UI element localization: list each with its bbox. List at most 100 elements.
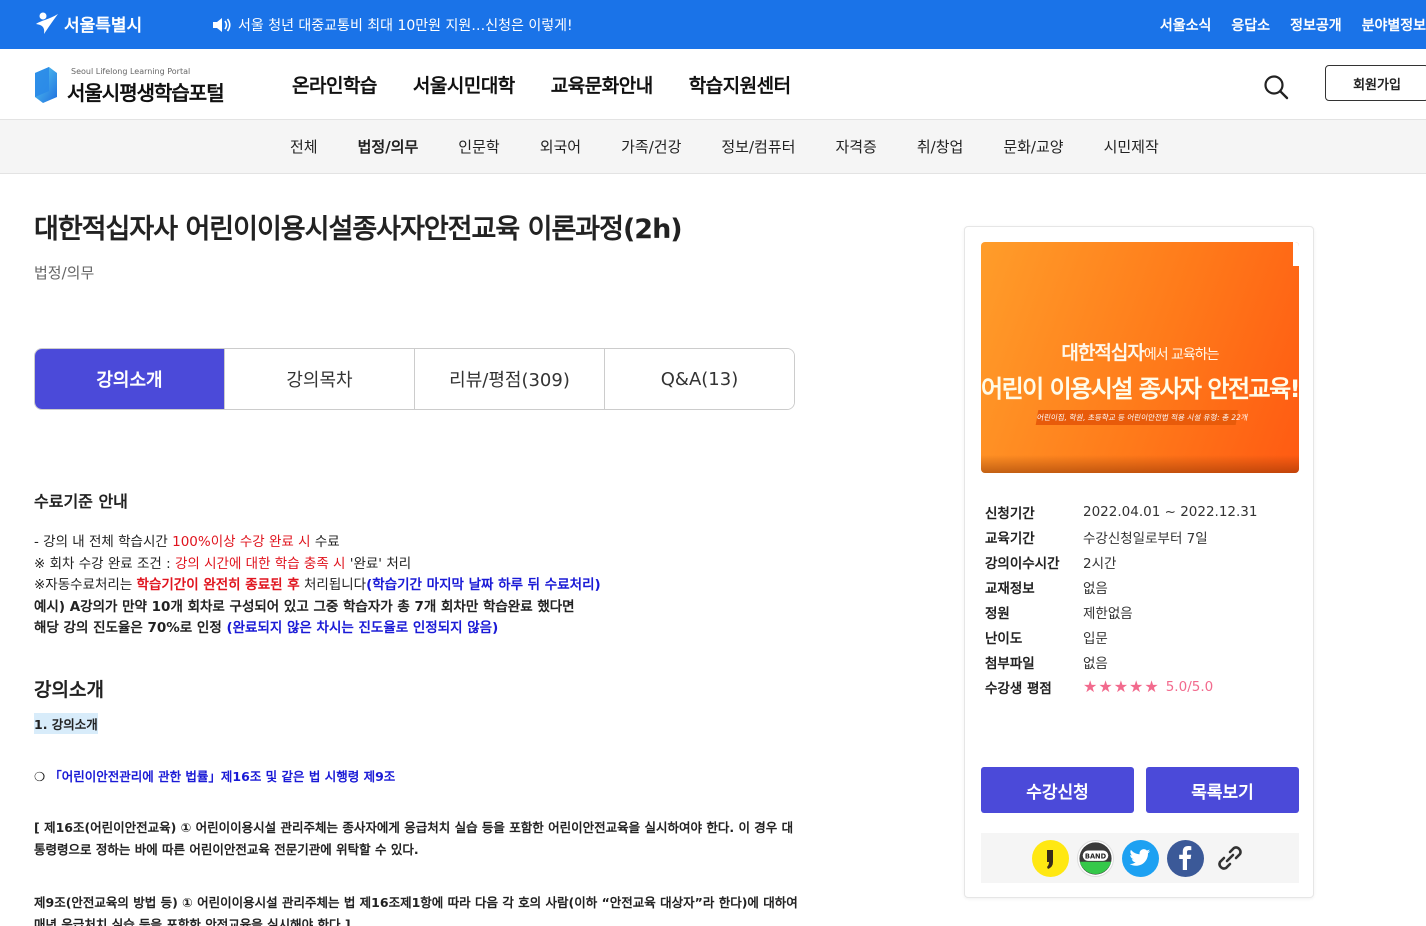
category-list: 전체 법정/의무 인문학 외국어 가족/건강 정보/컴퓨터 자격증 취/창업 문… (290, 136, 1199, 157)
info-capacity: 정원 제한없음 (985, 599, 1295, 624)
thumbnail-line-1: 대한적십자에서 교육하는 (981, 338, 1299, 365)
category-certification[interactable]: 자격증 (835, 136, 876, 157)
tab-curriculum[interactable]: 강의목차 (224, 349, 414, 409)
info-key: 교재정보 (985, 580, 1035, 597)
search-icon (1264, 75, 1289, 100)
portal-logo-subtitle: Seoul Lifelong Learning Portal (71, 67, 191, 76)
signup-button[interactable]: 회원가입 (1325, 65, 1426, 101)
category-citizen-made[interactable]: 시민제작 (1104, 136, 1159, 157)
share-bar: BAND (981, 833, 1299, 883)
info-key: 신청기간 (985, 505, 1035, 522)
top-link-info-disclosure[interactable]: 정보공개 (1290, 15, 1342, 35)
thumbnail-corner (1293, 242, 1299, 266)
rule-text: ※자동수료처리는 (34, 577, 137, 593)
completion-rule-3: ※자동수료처리는 학습기간이 완전히 종료된 후 처리됩니다(학습기간 마지막 … (34, 575, 804, 597)
twitter-share-button[interactable] (1121, 839, 1159, 877)
portal-logo-icon (35, 67, 57, 103)
completion-rule-5: 해당 강의 진도율은 70%로 인정 (완료되지 않은 차시는 진도율로 인정되… (34, 618, 804, 640)
info-value: 2시간 (1083, 555, 1117, 572)
category-it-computer[interactable]: 정보/컴퓨터 (721, 136, 795, 157)
info-value: 없음 (1083, 655, 1108, 672)
rule-text: '완료' 처리 (345, 555, 412, 572)
copy-link-button[interactable] (1212, 840, 1249, 877)
course-thumbnail: 대한적십자에서 교육하는 어린이 이용시설 종사자 안전교육! 어린이집, 학원… (981, 242, 1299, 473)
category-bar: 전체 법정/의무 인문학 외국어 가족/건강 정보/컴퓨터 자격증 취/창업 문… (0, 120, 1426, 174)
nav-education-culture[interactable]: 교육문화안내 (551, 71, 653, 98)
tab-qna[interactable]: Q&A(13) (604, 349, 794, 409)
info-attachment: 첨부파일 없음 (985, 649, 1295, 674)
portal-logo-name: 서울시평생학습포털 (67, 81, 225, 105)
seoul-logo-text: 서울특별시 (64, 15, 143, 36)
completion-heading: 수료기준 안내 (34, 492, 128, 511)
main-nav: 온라인학습 서울시민대학 교육문화안내 학습지원센터 (292, 71, 791, 98)
tab-reviews[interactable]: 리뷰/평점(309) (414, 349, 604, 409)
intro-heading: 강의소개 (34, 679, 104, 701)
category-legal-mandatory[interactable]: 법정/의무 (358, 136, 419, 157)
nav-learning-support[interactable]: 학습지원센터 (689, 71, 791, 98)
top-link-seoul-news[interactable]: 서울소식 (1160, 15, 1212, 35)
rule-text: 해당 강의 진도율은 70%로 인정 (34, 620, 227, 636)
facebook-share-button[interactable] (1166, 839, 1204, 877)
search-button[interactable] (1262, 73, 1290, 101)
completion-rule-2: ※ 회차 수강 완료 조건 : 강의 시간에 대한 학습 충족 시 '완료' 처… (34, 554, 804, 576)
completion-rule-1: - 강의 내 전체 학습시간 100%이상 수강 완료 시 수료 (34, 532, 804, 554)
info-key: 수강생 평점 (985, 680, 1052, 697)
info-completion-hours: 강의이수시간 2시간 (985, 549, 1295, 574)
category-humanities[interactable]: 인문학 (458, 136, 499, 157)
info-rating: 수강생 평점 ★★★★★ 5.0/5.0 (985, 674, 1295, 699)
seoul-city-logo[interactable]: 서울특별시 (34, 10, 142, 36)
thumbnail-caption: 어린이집, 학원, 초등학교 등 어린이안전법 적용 시설 유형: 총 22개 (1035, 410, 1249, 425)
category-foreign-language[interactable]: 외국어 (540, 136, 581, 157)
category-family-health[interactable]: 가족/건강 (621, 136, 681, 157)
thumbnail-org: 대한적십자 (1061, 342, 1144, 364)
facebook-icon (1179, 846, 1192, 870)
top-link-eungdapso[interactable]: 응답소 (1231, 15, 1270, 35)
enroll-button[interactable]: 수강신청 (981, 767, 1134, 813)
notice-text: 서울 청년 대중교통비 최대 10만원 지원…신청은 이렇게! (238, 18, 573, 34)
course-title: 대한적십자사 어린이이용시설종사자안전교육 이론과정(2h) (34, 214, 683, 245)
course-summary-card: 대한적십자에서 교육하는 어린이 이용시설 종사자 안전교육! 어린이집, 학원… (964, 226, 1314, 898)
top-link-field-info[interactable]: 분야별정보 (1362, 15, 1426, 35)
law-article-9: 제9조(안전교육의 방법 등) ① 어린이이용시설 관리주체는 법 제16조제1… (34, 895, 798, 926)
rule-text: - 강의 내 전체 학습시간 (34, 534, 173, 550)
rule-highlight: 100%이상 수강 완료 시 (172, 534, 311, 550)
category-job-startup[interactable]: 취/창업 (917, 136, 963, 157)
top-links: 서울소식 응답소 정보공개 분야별정보 (1160, 15, 1426, 35)
info-textbook: 교재정보 없음 (985, 574, 1295, 599)
law-reference: ❍ 「어린이안전관리에 관한 법률」제16조 및 같은 법 시행령 제9조 (34, 766, 395, 785)
kakaostory-icon (1046, 849, 1053, 869)
link-icon (1218, 846, 1242, 870)
info-key: 첨부파일 (985, 655, 1035, 672)
law-article-16: [ 제16조(어린이안전교육) ① 어린이이용시설 관리주체는 종사자에게 응급… (34, 820, 794, 857)
info-key: 강의이수시간 (985, 555, 1060, 572)
rule-highlight: 학습기간이 완전히 종료된 후 (136, 577, 300, 593)
bullet-circle-icon: ❍ (34, 769, 46, 784)
course-info-list: 신청기간 2022.04.01 ~ 2022.12.31 교육기간 수강신청일로부터… (985, 499, 1295, 699)
rule-text: ※ 회차 수강 완료 조건 : (34, 555, 175, 572)
info-key: 교육기간 (985, 530, 1035, 547)
info-education-period: 교육기간 수강신청일로부터 7일 (985, 524, 1295, 549)
rating-stars-icon: ★★★★★ (1083, 677, 1160, 696)
notice-banner[interactable]: 서울 청년 대중교통비 최대 10만원 지원…신청은 이렇게! (212, 15, 573, 35)
rule-highlight: 강의 시간에 대한 학습 충족 시 (174, 555, 346, 572)
nav-citizen-university[interactable]: 서울시민대학 (413, 71, 515, 98)
category-culture[interactable]: 문화/교양 (1003, 136, 1063, 157)
twitter-icon (1129, 849, 1151, 866)
info-value: 없음 (1083, 580, 1108, 597)
speaker-icon (213, 18, 231, 32)
category-all[interactable]: 전체 (290, 136, 318, 157)
kakaostory-share-button[interactable] (1031, 839, 1069, 877)
info-value: 제한없음 (1083, 605, 1133, 622)
portal-logo[interactable]: Seoul Lifelong Learning Portal 서울시평생학습포털 (33, 63, 233, 107)
law-reference-text: 「어린이안전관리에 관한 법률」제16조 및 같은 법 시행령 제9조 (49, 769, 396, 784)
seoul-logo-icon (36, 12, 58, 34)
band-share-button[interactable]: BAND (1076, 839, 1114, 877)
list-button[interactable]: 목록보기 (1146, 767, 1299, 813)
top-bar: 서울특별시 서울 청년 대중교통비 최대 10만원 지원…신청은 이렇게! 서울… (0, 0, 1426, 49)
nav-online-learning[interactable]: 온라인학습 (292, 71, 377, 98)
rule-note: (완료되지 않은 차시는 진도율로 인정되지 않음) (226, 620, 499, 636)
rule-text: 수료 (310, 534, 340, 550)
band-icon: BAND (1078, 841, 1112, 875)
course-tabs: 강의소개 강의목차 리뷰/평점(309) Q&A(13) (34, 348, 795, 410)
tab-course-intro[interactable]: 강의소개 (35, 349, 224, 409)
